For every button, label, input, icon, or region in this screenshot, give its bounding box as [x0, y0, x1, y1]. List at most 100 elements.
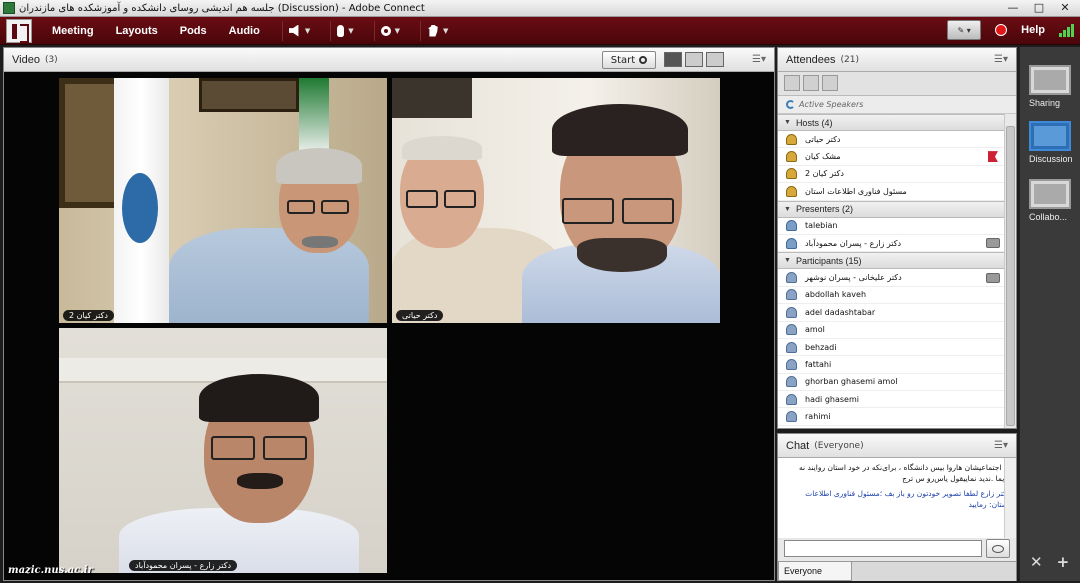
list-item[interactable]: دکتر زارع - پسران محمودآباد	[778, 235, 1004, 253]
list-item[interactable]: talebian	[778, 218, 1004, 235]
glasses	[406, 190, 438, 208]
window-title: جلسه هم اندیشی روسای دانشکده و آموزشکده …	[19, 2, 425, 14]
video-pod-title: Video	[12, 53, 40, 66]
chat-recipient-tab[interactable]: Everyone	[778, 561, 852, 581]
layout-buttons: ✕ +	[1030, 553, 1069, 571]
window-blinds	[392, 78, 472, 118]
attendee-scrollbar[interactable]	[1004, 114, 1016, 428]
raise-hand-control[interactable]: ▼	[420, 20, 454, 41]
participant-hair	[402, 136, 482, 160]
attendee-name: دکتر حیاتی	[805, 134, 841, 144]
list-item[interactable]: مسئول فناوری اطلاعات استان	[778, 183, 1004, 201]
chevron-down-icon: ▼	[348, 26, 354, 35]
list-item[interactable]: rahimi	[778, 408, 1004, 426]
participant-hair	[276, 148, 362, 184]
user-options-icon[interactable]	[822, 75, 838, 91]
list-item[interactable]: fattahi	[778, 356, 1004, 374]
glasses	[562, 198, 614, 224]
webcam-share-icon	[986, 238, 1000, 249]
webcam-control[interactable]: ▼	[373, 20, 406, 41]
attendee-name: amol	[805, 325, 825, 335]
layout-sharing[interactable]: Sharing	[1029, 65, 1073, 108]
chat-send-button[interactable]	[986, 539, 1010, 558]
attendee-name: rahimi	[805, 412, 831, 422]
video-area: دکتر کیان 2 دکتر حیاتی دکتر زارع - پسران…	[4, 72, 774, 580]
section-presenters[interactable]: ▼ Presenters (2)	[778, 200, 1004, 218]
list-item[interactable]: ghorban ghasemi amol	[778, 374, 1004, 392]
section-hosts[interactable]: ▼ Hosts (4)	[778, 114, 1004, 131]
participant-user-icon	[786, 272, 797, 284]
microphone-control[interactable]: ▼	[330, 20, 359, 41]
attendee-name: مشک کیان	[805, 152, 841, 162]
delete-layout-icon[interactable]: ✕	[1030, 553, 1043, 571]
list-item[interactable]: دکتر علیخانی - پسران نوشهر	[778, 269, 1004, 287]
collapse-triangle-icon: ▼	[784, 257, 791, 265]
participant-user-icon	[786, 376, 797, 388]
adobe-connect-window: جلسه هم اندیشی روسای دانشکده و آموزشکده …	[0, 0, 1080, 583]
record-indicator-icon[interactable]	[995, 24, 1008, 36]
close-button[interactable]: ✕	[1056, 1, 1074, 15]
status-button[interactable]: ✎ ▾	[947, 20, 982, 40]
host-user-icon	[786, 168, 797, 180]
breakout-view-icon[interactable]	[803, 75, 819, 91]
menu-layouts[interactable]: Layouts	[116, 25, 158, 37]
pod-menu-icon[interactable]: ☰▾	[994, 54, 1008, 65]
attendee-name: دکتر زارع - پسران محمودآباد	[805, 238, 902, 248]
attendees-pod: Attendees (21) ☰▾ Active Speakers ▼ Hosts…	[777, 47, 1017, 429]
host-user-icon	[786, 133, 797, 145]
glasses	[622, 198, 674, 224]
start-label: Start	[610, 54, 636, 66]
layout-label: Discussion	[1029, 154, 1073, 164]
menubar-right: ✎ ▾ Help	[947, 20, 1074, 40]
video-pod: Video (3) Start ☰▾ دکتر کیان 2 دکتر حیات…	[3, 47, 775, 581]
video-tile[interactable]: دکتر کیان 2	[59, 78, 387, 323]
chat-recipient-label: Everyone	[784, 566, 823, 576]
pod-menu-icon[interactable]: ☰▾	[752, 54, 766, 65]
list-item[interactable]: amol	[778, 322, 1004, 339]
list-item[interactable]: adel dadashtabar	[778, 304, 1004, 322]
list-view-icon[interactable]	[784, 75, 800, 91]
webcam-icon	[639, 56, 648, 64]
layout-collaboration[interactable]: Collabo...	[1029, 179, 1073, 222]
fullscreen-icon[interactable]	[706, 52, 724, 67]
speech-bubble-icon	[992, 544, 1004, 553]
chevron-down-icon: ▼	[394, 26, 400, 35]
chat-input[interactable]	[784, 540, 982, 557]
list-item[interactable]: دکتر کیان 2	[778, 166, 1004, 184]
wall-picture	[199, 78, 299, 112]
attendee-name: مسئول فناوری اطلاعات استان	[805, 186, 907, 196]
filmstrip-view-icon[interactable]	[685, 52, 703, 67]
video-tile[interactable]: دکتر زارع - پسران محمودآباد	[59, 328, 387, 573]
pod-menu-icon[interactable]: ☰▾	[994, 440, 1008, 451]
chat-message: دکتر زارع لطفا تصویر خودتون رو باز بف ؛م…	[805, 489, 1010, 509]
speaker-control[interactable]: ▼	[281, 20, 316, 41]
list-item[interactable]: دکتر حیاتی	[778, 131, 1004, 149]
start-webcam-button[interactable]: Start	[602, 51, 656, 69]
section-participants[interactable]: ▼ Participants (15)	[778, 252, 1004, 270]
attendee-name: behzadi	[805, 342, 837, 352]
connection-signal-icon	[1059, 23, 1074, 37]
menu-audio[interactable]: Audio	[229, 25, 260, 37]
video-pod-count: (3)	[44, 54, 58, 65]
layout-discussion[interactable]: Discussion	[1029, 121, 1073, 164]
scrollbar-thumb[interactable]	[1006, 126, 1015, 426]
add-layout-icon[interactable]: +	[1057, 553, 1070, 571]
grid-view-icon[interactable]	[664, 52, 682, 67]
chat-scrollbar[interactable]	[1004, 458, 1016, 538]
participant-user-icon	[786, 324, 797, 336]
list-item[interactable]: behzadi	[778, 339, 1004, 357]
menu-meeting[interactable]: Meeting	[52, 25, 94, 37]
chevron-down-icon: ▼	[304, 26, 311, 35]
help-menu[interactable]: Help	[1021, 24, 1045, 36]
video-tile[interactable]: دکتر حیاتی	[392, 78, 720, 323]
mustache	[302, 236, 338, 248]
minimize-button[interactable]: —	[1004, 1, 1022, 15]
list-item[interactable]: hadi ghasemi	[778, 391, 1004, 409]
maximize-button[interactable]: □	[1030, 1, 1048, 15]
list-item[interactable]: مشک کیان	[778, 148, 1004, 166]
video-pod-header: Video (3) Start ☰▾	[4, 48, 774, 72]
active-speakers: Active Speakers	[778, 96, 1016, 114]
attendee-name: دکتر کیان 2	[805, 169, 844, 179]
list-item[interactable]: abdollah kaveh	[778, 287, 1004, 305]
menu-pods[interactable]: Pods	[180, 25, 207, 37]
